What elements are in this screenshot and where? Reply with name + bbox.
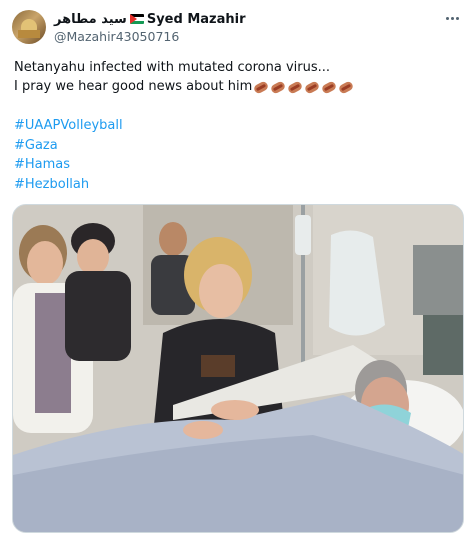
tweet-text-line-with-emoji: I pray we hear good news about him	[14, 77, 462, 96]
hot-dog-icon	[252, 80, 270, 95]
hashtag-link[interactable]: #Gaza	[14, 136, 123, 156]
more-options-button[interactable]	[440, 8, 464, 28]
hospital-scene-image	[13, 205, 463, 532]
hot-dog-icon	[337, 80, 355, 95]
author-avatar[interactable]	[12, 10, 46, 44]
tweet-card[interactable]: سيد مطاهر Syed Mazahir @Mazahir43050716 …	[0, 0, 474, 535]
author-name-row[interactable]: سيد مطاهر Syed Mazahir	[54, 10, 245, 28]
hot-dog-icon	[286, 80, 304, 95]
hashtag-list: #UAAPVolleyball #Gaza #Hamas #Hezbollah	[14, 116, 123, 194]
hot-dog-icon	[303, 80, 321, 95]
more-horizontal-icon	[445, 16, 449, 20]
author-handle[interactable]: @Mazahir43050716	[54, 29, 179, 44]
hot-dog-emoji-row	[252, 80, 355, 95]
mosque-base-icon	[18, 30, 40, 38]
palestine-flag-icon	[129, 14, 144, 24]
tweet-photo[interactable]	[12, 204, 464, 533]
author-arabic-name[interactable]: سيد مطاهر	[54, 12, 127, 27]
hot-dog-icon	[320, 80, 338, 95]
hot-dog-icon	[269, 80, 287, 95]
hashtag-link[interactable]: #UAAPVolleyball	[14, 116, 123, 136]
tweet-text: Netanyahu infected with mutated corona v…	[14, 58, 462, 96]
tweet-text-line: Netanyahu infected with mutated corona v…	[14, 60, 331, 75]
hashtag-link[interactable]: #Hezbollah	[14, 175, 123, 195]
hashtag-link[interactable]: #Hamas	[14, 155, 123, 175]
author-display-name[interactable]: Syed Mazahir	[147, 12, 246, 27]
